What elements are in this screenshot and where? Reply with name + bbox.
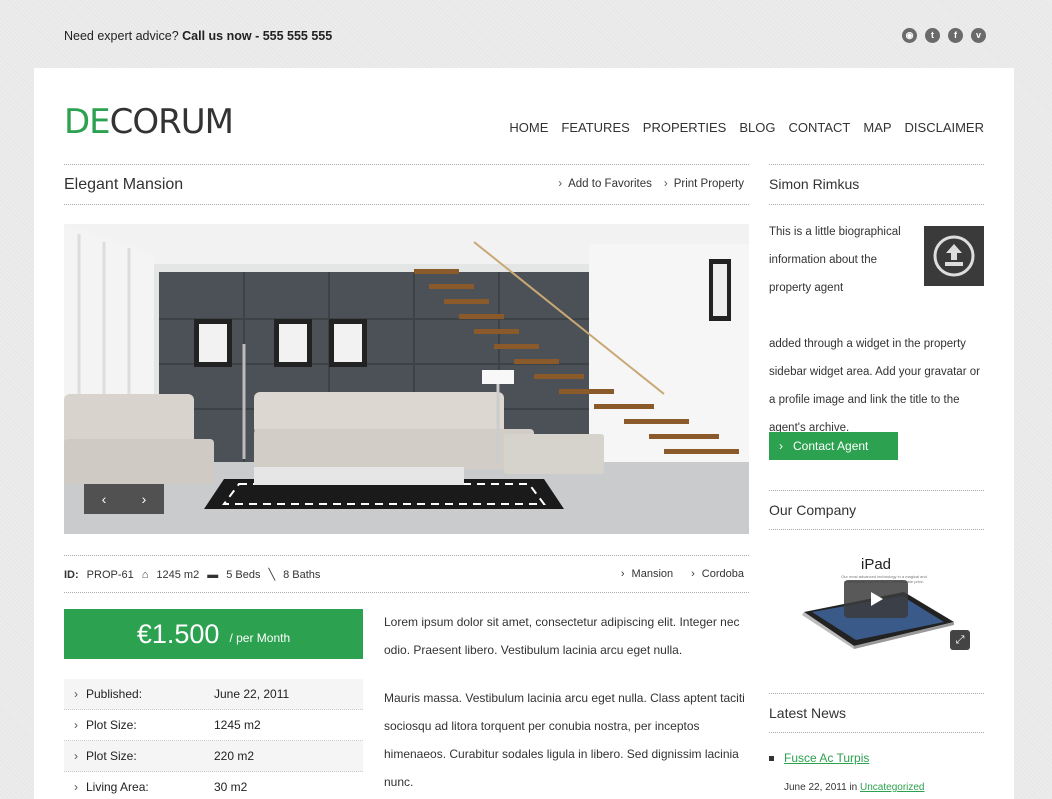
site-logo[interactable]: DECORUM: [64, 102, 234, 142]
bullet-icon: [769, 755, 774, 761]
nav-map[interactable]: MAP: [863, 120, 891, 135]
fullscreen-icon[interactable]: ⤢: [950, 630, 970, 650]
bed-icon: ▬: [207, 568, 219, 581]
company-video[interactable]: iPad Our most advanced technology in a m…: [794, 550, 974, 660]
table-row: Plot Size: 220 m2: [64, 741, 363, 772]
rss-icon[interactable]: ◉: [902, 28, 917, 43]
nav-contact[interactable]: CONTACT: [788, 120, 850, 135]
our-company-title: Our Company: [769, 502, 857, 518]
slider-prev-button[interactable]: ‹: [102, 491, 107, 507]
property-meta: ID: PROP-61 ⌂ 1245 m2 ▬ 5 Beds ╲ 8 Baths: [64, 568, 321, 582]
price-box: €1.500 / per Month: [64, 609, 363, 659]
add-to-favorites-link[interactable]: Add to Favorites: [558, 178, 652, 190]
print-property-link[interactable]: Print Property: [664, 178, 744, 190]
agent-name[interactable]: Simon Rimkus: [769, 176, 859, 192]
table-row: Published: June 22, 2011: [64, 679, 363, 710]
play-icon: [871, 592, 883, 606]
agent-avatar[interactable]: [924, 226, 984, 286]
divider: [769, 693, 984, 694]
property-details-table: Published: June 22, 2011 Plot Size: 1245…: [64, 679, 363, 799]
divider: [769, 490, 984, 491]
property-title: Elegant Mansion: [64, 176, 184, 193]
list-item: Fusce Ac Turpis: [769, 751, 869, 765]
avatar-icon: [933, 235, 975, 277]
agent-bio-start: This is a little biographical informatio…: [769, 226, 901, 294]
property-image-slider[interactable]: ‹ ›: [64, 224, 749, 534]
divider: [64, 204, 749, 205]
nav-features[interactable]: FEATURES: [561, 120, 629, 135]
area-value: 1245 m2: [156, 568, 200, 581]
latest-news-title: Latest News: [769, 705, 847, 721]
contact-agent-button[interactable]: Contact Agent: [769, 432, 898, 460]
price-amount: €1.500: [136, 618, 220, 649]
detail-value: 1245 m2: [214, 718, 261, 732]
table-row: Plot Size: 1245 m2: [64, 710, 363, 741]
advice-text: Need expert advice?: [64, 29, 179, 43]
divider: [64, 164, 749, 165]
slider-controls: ‹ ›: [84, 484, 164, 514]
play-button[interactable]: [844, 580, 908, 618]
detail-label: Plot Size:: [64, 749, 214, 763]
top-bar: Need expert advice? Call us now - 555 55…: [0, 0, 1052, 68]
agent-bio-end: added through a widget in the property s…: [769, 338, 980, 434]
divider: [64, 592, 749, 593]
property-description: Lorem ipsum dolor sit amet, consectetur …: [384, 608, 749, 796]
description-paragraph: Mauris massa. Vestibulum lacinia arcu eg…: [384, 691, 745, 789]
news-in: in: [849, 782, 858, 793]
main-nav: HOME FEATURES PROPERTIES BLOG CONTACT MA…: [509, 120, 984, 135]
detail-label: Published:: [64, 687, 214, 701]
table-row: Living Area: 30 m2: [64, 772, 363, 799]
description-paragraph: Lorem ipsum dolor sit amet, consectetur …: [384, 615, 740, 657]
news-link[interactable]: Fusce Ac Turpis: [784, 751, 869, 765]
detail-value: 30 m2: [214, 780, 248, 794]
bath-icon: ╲: [268, 569, 276, 581]
detail-label: Living Area:: [64, 780, 214, 794]
page-container: DECORUM HOME FEATURES PROPERTIES BLOG CO…: [34, 68, 1014, 799]
beds-value: 5 Beds: [226, 568, 261, 581]
property-photo: [64, 224, 749, 534]
detail-value: June 22, 2011: [214, 687, 290, 701]
social-links: ◉ t f v: [902, 28, 986, 43]
id-label: ID:: [64, 568, 79, 581]
divider: [64, 555, 749, 556]
property-location-link[interactable]: Cordoba: [691, 568, 744, 580]
property-type-link[interactable]: Mansion: [621, 568, 674, 580]
baths-value: 8 Baths: [283, 568, 321, 581]
divider: [769, 732, 984, 733]
nav-home[interactable]: HOME: [509, 120, 548, 135]
price-period: / per Month: [229, 631, 291, 645]
nav-disclaimer[interactable]: DISCLAIMER: [905, 120, 984, 135]
divider: [769, 204, 984, 205]
facebook-icon[interactable]: f: [948, 28, 963, 43]
divider: [769, 164, 984, 165]
phone-number: Call us now - 555 555 555: [182, 29, 333, 43]
property-actions: Add to Favorites Print Property: [558, 178, 744, 190]
logo-text: CORUM: [109, 102, 234, 142]
nav-properties[interactable]: PROPERTIES: [643, 120, 727, 135]
home-icon: ⌂: [141, 568, 149, 581]
detail-label: Plot Size:: [64, 718, 214, 732]
news-date: June 22, 2011: [784, 782, 847, 793]
property-tags: Mansion Cordoba: [621, 568, 744, 580]
vimeo-icon[interactable]: v: [971, 28, 986, 43]
logo-accent: DE: [64, 102, 111, 142]
divider: [769, 529, 984, 530]
contact-advice: Need expert advice? Call us now - 555 55…: [64, 29, 332, 43]
detail-value: 220 m2: [214, 749, 255, 763]
slider-next-button[interactable]: ›: [142, 491, 147, 507]
news-meta: June 22, 2011 in Uncategorized: [784, 782, 925, 793]
news-category-link[interactable]: Uncategorized: [860, 782, 924, 793]
nav-blog[interactable]: BLOG: [739, 120, 775, 135]
twitter-icon[interactable]: t: [925, 28, 940, 43]
property-id: PROP-61: [86, 568, 134, 581]
